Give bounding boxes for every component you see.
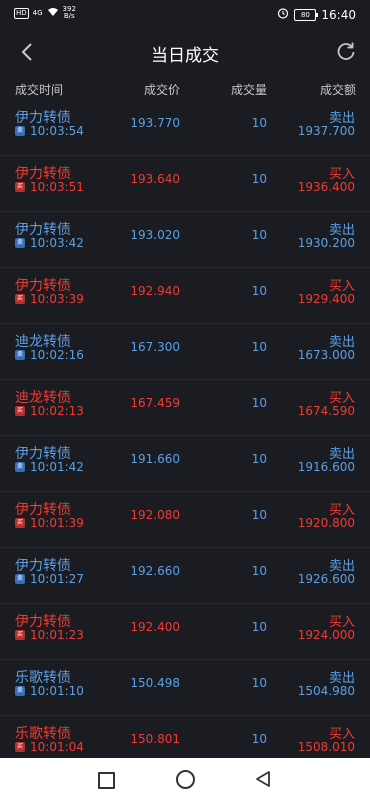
header-amount: 成交额 [319,83,356,97]
wifi-icon [47,7,59,20]
trade-time: 10:03:54 [30,124,84,138]
trade-time: 10:03:39 [30,292,84,306]
trade-volume: 10 [251,620,267,634]
trade-time: 10:01:10 [30,684,84,698]
side-badge: 卖 [15,238,25,248]
side-badge: 买 [15,406,25,416]
trade-amount: 1930.200 [297,236,355,250]
header-price: 成交价 [143,83,180,97]
trade-price: 150.498 [130,676,180,690]
system-back-button[interactable] [255,770,271,792]
trade-amount: 1936.400 [297,180,355,194]
trade-time: 10:03:51 [30,180,84,194]
trade-list[interactable]: 伊力转债卖 10:03:54 193.770 10 卖出 1937.700 伊力转债买 10:… [0,100,370,772]
trade-amount: 1916.600 [297,460,355,474]
trade-amount: 1926.600 [297,572,355,586]
trade-volume: 10 [251,452,267,466]
table-row[interactable]: 迪龙转债卖 10:02:16 167.300 10 卖出 1673.000 [0,324,370,380]
nav-bar: 当日成交 [0,30,370,74]
trade-amount: 1674.590 [297,404,355,418]
trade-amount: 1504.980 [297,684,355,698]
trade-price: 192.400 [130,620,180,634]
trade-volume: 10 [251,396,267,410]
trade-price: 150.801 [130,732,180,746]
trade-amount: 1920.800 [297,516,355,530]
trade-time: 10:01:23 [30,628,84,642]
triangle-back-icon [256,771,270,787]
trade-volume: 10 [251,564,267,578]
side-badge: 买 [15,742,25,752]
header-volume: 成交量 [230,83,267,97]
table-row[interactable]: 伊力转债卖 10:03:42 193.020 10 卖出 1930.200 [0,212,370,268]
side-badge: 卖 [15,574,25,584]
trade-volume: 10 [251,284,267,298]
table-header: 成交时间 成交价 成交量 成交额 [0,78,370,100]
side-badge: 卖 [15,350,25,360]
trade-price: 191.660 [130,452,180,466]
trade-price: 193.020 [130,228,180,242]
refresh-button[interactable] [332,38,360,66]
refresh-icon [337,42,355,60]
trade-amount: 1937.700 [297,124,355,138]
trade-time: 10:03:42 [30,236,84,250]
side-badge: 买 [15,518,25,528]
status-bar: HD 4G 392 B/s 80 16:40 [0,0,370,30]
battery-icon: 80 [294,8,319,21]
system-nav-bar [0,758,370,800]
signal-indicator: 4G [32,9,43,17]
side-badge: 买 [15,630,25,640]
table-row[interactable]: 迪龙转债买 10:02:13 167.459 10 买入 1674.590 [0,380,370,436]
table-row[interactable]: 伊力转债卖 10:03:54 193.770 10 卖出 1937.700 [0,100,370,156]
trade-price: 167.459 [130,396,180,410]
trade-volume: 10 [251,732,267,746]
status-left: HD 4G 392 B/s [14,6,76,20]
trade-volume: 10 [251,116,267,130]
trade-time: 10:02:13 [30,404,84,418]
trade-volume: 10 [251,676,267,690]
trade-price: 193.640 [130,172,180,186]
status-right: 80 16:40 [277,7,356,22]
side-badge: 卖 [15,462,25,472]
side-badge: 买 [15,294,25,304]
table-row[interactable]: 乐歌转债卖 10:01:10 150.498 10 卖出 1504.980 [0,660,370,716]
trade-volume: 10 [251,172,267,186]
table-row[interactable]: 伊力转债买 10:03:51 193.640 10 买入 1936.400 [0,156,370,212]
side-badge: 卖 [15,126,25,136]
table-row[interactable]: 伊力转债卖 10:01:42 191.660 10 卖出 1916.600 [0,436,370,492]
trade-time: 10:02:16 [30,348,84,362]
side-badge: 买 [15,182,25,192]
header-time: 成交时间 [15,83,64,97]
trade-amount: 1673.000 [297,348,355,362]
trade-price: 192.660 [130,564,180,578]
trade-price: 193.770 [130,116,180,130]
table-row[interactable]: 伊力转债买 10:03:39 192.940 10 买入 1929.400 [0,268,370,324]
hd-indicator: HD [14,7,29,19]
speed-unit: B/s [63,12,75,20]
trade-price: 192.940 [130,284,180,298]
trade-volume: 10 [251,228,267,242]
table-row[interactable]: 伊力转债卖 10:01:27 192.660 10 卖出 1926.600 [0,548,370,604]
recents-button[interactable] [98,772,115,789]
trade-amount: 1929.400 [297,292,355,306]
trade-time: 10:01:27 [30,572,84,586]
network-speed: 392 B/s [63,6,76,20]
trade-price: 167.300 [130,340,180,354]
table-row[interactable]: 伊力转债买 10:01:23 192.400 10 买入 1924.000 [0,604,370,660]
table-row[interactable]: 伊力转债买 10:01:39 192.080 10 买入 1920.800 [0,492,370,548]
trade-volume: 10 [251,508,267,522]
trade-time: 10:01:04 [30,740,84,754]
side-badge: 卖 [15,686,25,696]
trade-time: 10:01:42 [30,460,84,474]
clock: 16:40 [321,7,356,22]
trade-price: 192.080 [130,508,180,522]
home-button[interactable] [176,770,195,789]
trade-amount: 1508.010 [297,740,355,754]
trade-volume: 10 [251,340,267,354]
alarm-icon [277,7,289,22]
trade-amount: 1924.000 [297,628,355,642]
trade-time: 10:01:39 [30,516,84,530]
page-title: 当日成交 [151,46,219,66]
